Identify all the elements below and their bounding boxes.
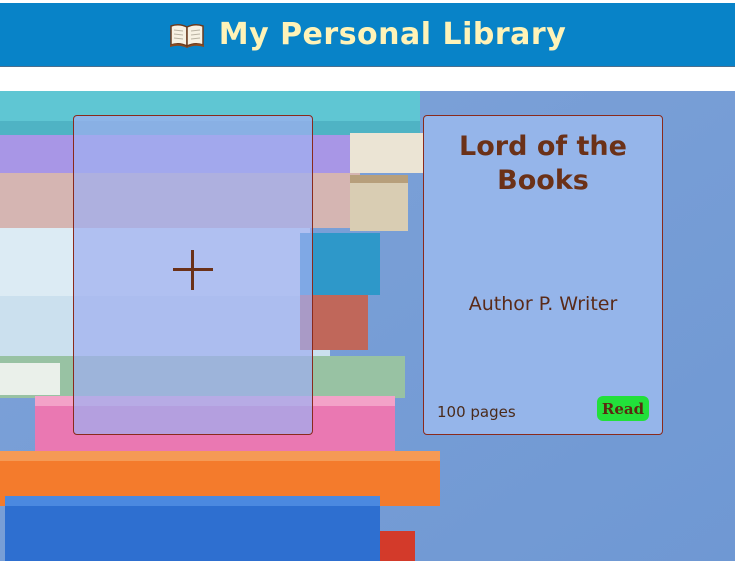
add-book-card[interactable]	[73, 115, 313, 435]
header-spacer	[0, 67, 735, 91]
app-title: My Personal Library	[218, 17, 567, 52]
book-card: Lord of the Books Author P. Writer 100 p…	[423, 115, 663, 435]
plus-icon	[173, 250, 213, 290]
page-right-edge	[735, 0, 743, 561]
book-title: Lord of the Books	[459, 131, 627, 196]
book-page-count: 100 pages	[437, 403, 516, 421]
open-book-icon	[169, 22, 205, 48]
header-content: My Personal Library	[169, 17, 567, 52]
read-status-button[interactable]: Read	[597, 396, 649, 421]
book-author: Author P. Writer	[468, 293, 618, 315]
app-header: My Personal Library	[0, 3, 735, 67]
library-page: My Personal Library Lord of the Books Au…	[0, 0, 743, 561]
